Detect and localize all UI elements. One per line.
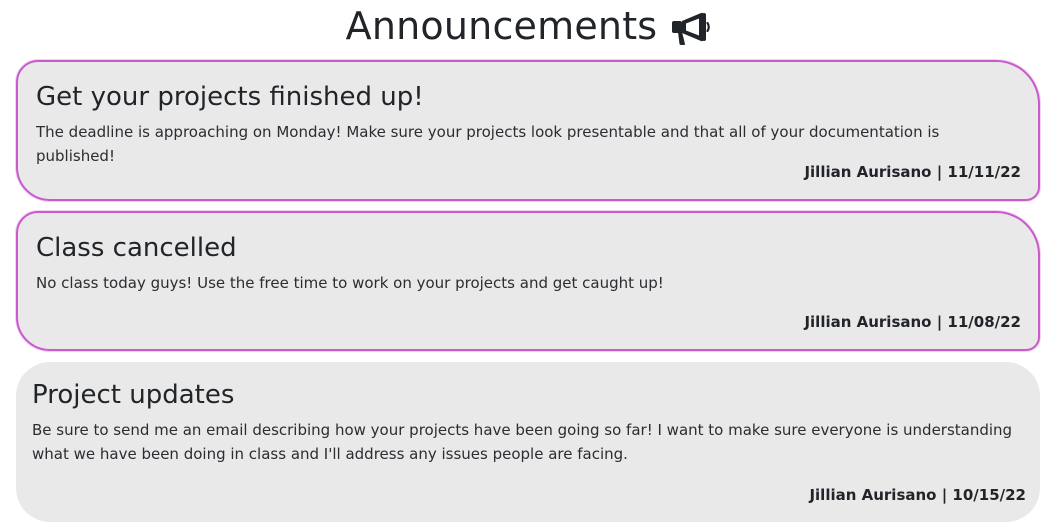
announcement-body: No class today guys! Use the free time t… bbox=[36, 274, 664, 292]
announcement-author-date: Jillian Aurisano | 11/08/22 bbox=[804, 313, 1021, 331]
announcement-card[interactable]: Project updates Be sure to send me an em… bbox=[16, 362, 1040, 522]
announcement-body: The deadline is approaching on Monday! M… bbox=[36, 123, 940, 165]
announcements-page: Announcements Get your projects finished… bbox=[0, 0, 1057, 529]
announcement-title: Class cancelled bbox=[36, 233, 237, 263]
announcement-body: Be sure to send me an email describing h… bbox=[32, 421, 1013, 463]
page-header: Announcements bbox=[0, 4, 1057, 48]
page-title: Announcements bbox=[345, 4, 658, 48]
announcement-card[interactable]: Get your projects finished up! The deadl… bbox=[16, 60, 1040, 201]
announcement-title: Project updates bbox=[32, 380, 235, 410]
announcement-card[interactable]: Class cancelled No class today guys! Use… bbox=[16, 211, 1040, 351]
announcement-author-date: Jillian Aurisano | 10/15/22 bbox=[809, 486, 1026, 504]
announcement-title: Get your projects finished up! bbox=[36, 82, 424, 112]
megaphone-icon bbox=[669, 10, 711, 46]
header-inner: Announcements bbox=[346, 4, 712, 48]
announcement-author-date: Jillian Aurisano | 11/11/22 bbox=[804, 163, 1021, 181]
